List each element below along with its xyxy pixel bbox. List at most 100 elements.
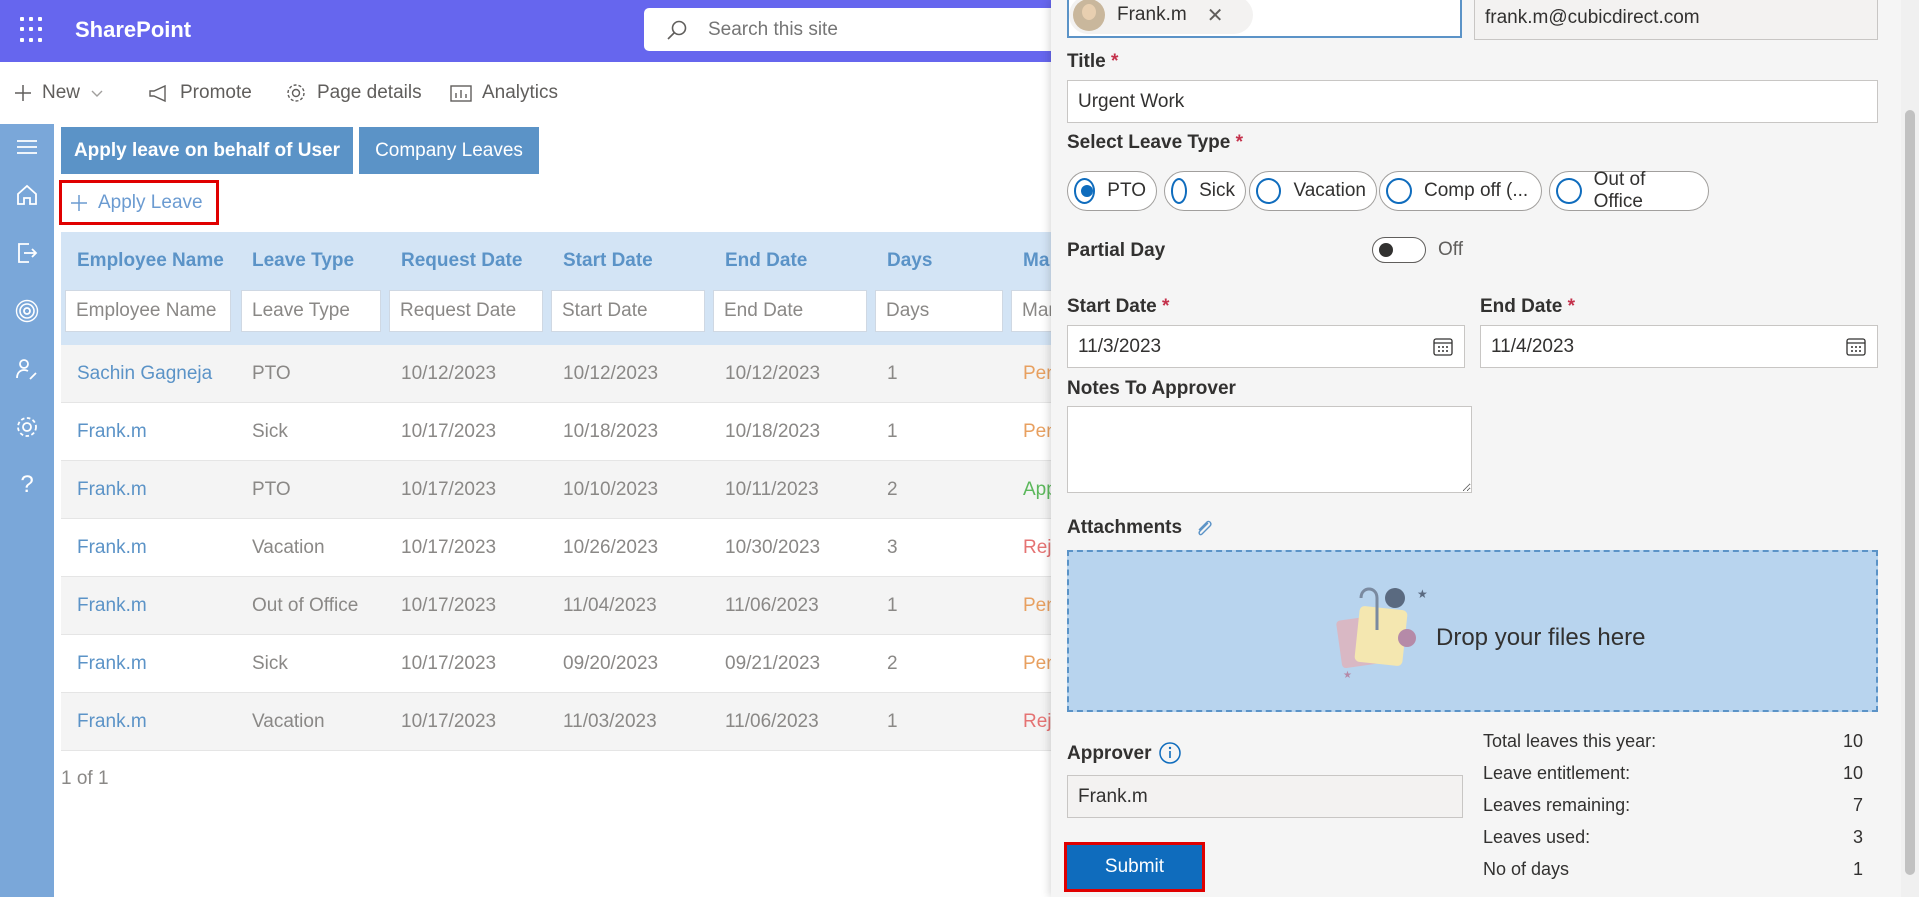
filter-request-date[interactable] — [389, 290, 543, 332]
gear-icon — [287, 84, 305, 102]
promote-label: Promote — [180, 82, 252, 103]
days-cell: 1 — [887, 711, 898, 732]
radio-circle — [1386, 178, 1412, 204]
files-illustration-icon: ★ ★ — [1336, 587, 1428, 681]
stat-label: No of days — [1483, 859, 1570, 879]
col-end-date[interactable]: End Date — [725, 250, 807, 272]
scrollbar-thumb[interactable] — [1905, 110, 1915, 875]
col-request-date[interactable]: Request Date — [401, 250, 522, 272]
leave-type-cell: PTO — [252, 479, 291, 500]
app-launcher-icon[interactable] — [20, 17, 46, 43]
end-date-cell: 10/30/2023 — [725, 537, 821, 558]
tab-apply-on-behalf[interactable]: Apply leave on behalf of User — [61, 127, 353, 174]
leave-type-option-sick[interactable]: Sick — [1164, 171, 1246, 211]
start-date-field[interactable] — [1067, 325, 1465, 368]
stat-used: Leaves used: 3 — [1483, 827, 1863, 859]
filter-leave-type[interactable] — [241, 290, 381, 332]
col-employee-name[interactable]: Employee Name — [77, 250, 224, 272]
employee-picker[interactable]: Frank.m ✕ — [1067, 0, 1462, 38]
radio-circle — [1171, 178, 1188, 204]
file-drop-zone[interactable]: ★ ★ Drop your files here — [1067, 550, 1878, 712]
analytics-icon — [450, 85, 472, 102]
stat-value: 7 — [1852, 795, 1863, 815]
sign-out-icon[interactable] — [14, 240, 40, 266]
employee-name-link[interactable]: Sachin Gagneja — [77, 363, 212, 385]
submit-button[interactable]: Submit — [1064, 842, 1205, 892]
approver-field — [1067, 775, 1463, 818]
user-key-icon[interactable] — [14, 356, 40, 382]
end-date-picker[interactable] — [1480, 325, 1878, 368]
approver-label: Approver — [1067, 743, 1152, 764]
leaves-grid: Employee Name Leave Type Request Date St… — [61, 232, 1071, 751]
info-icon[interactable] — [1158, 741, 1182, 765]
home-icon[interactable] — [14, 182, 40, 208]
leave-type-label-text: Select Leave Type — [1067, 132, 1231, 153]
stat-no-of-days: No of days 1 — [1483, 859, 1863, 891]
start-date-cell: 11/04/2023 — [563, 595, 657, 616]
table-row[interactable]: Frank.m PTO 10/17/2023 10/10/2023 10/11/… — [61, 461, 1061, 519]
promote-button[interactable]: Promote — [148, 82, 252, 104]
col-days[interactable]: Days — [887, 250, 932, 272]
menu-icon[interactable] — [14, 134, 40, 160]
new-button[interactable]: New — [14, 82, 104, 104]
radio-circle — [1556, 178, 1582, 204]
svg-text:★: ★ — [1343, 670, 1352, 681]
request-date-cell: 10/17/2023 — [401, 479, 497, 500]
table-row[interactable]: Frank.m Vacation 10/17/2023 11/03/2023 1… — [61, 693, 1062, 751]
apply-leave-button[interactable]: Apply Leave — [59, 180, 219, 225]
col-start-date[interactable]: Start Date — [563, 250, 653, 272]
tab-company-leaves[interactable]: Company Leaves — [359, 127, 539, 174]
table-row[interactable]: Frank.m Vacation 10/17/2023 10/26/2023 1… — [61, 519, 1062, 577]
paperclip-icon[interactable] — [1194, 517, 1214, 539]
site-search[interactable] — [644, 8, 1064, 51]
employee-name-link[interactable]: Frank.m — [77, 653, 147, 675]
end-date-field[interactable] — [1480, 325, 1878, 368]
page-details-button[interactable]: Page details — [285, 82, 422, 104]
request-date-cell: 10/17/2023 — [401, 421, 497, 442]
broadcast-icon[interactable] — [14, 298, 40, 324]
table-row[interactable]: Frank.m Out of Office 10/17/2023 11/04/2… — [61, 577, 1061, 635]
stat-value: 10 — [1842, 763, 1863, 783]
filter-end-date[interactable] — [713, 290, 867, 332]
leave-type-option-comp-off[interactable]: Comp off (... — [1379, 171, 1542, 211]
panel-scrollbar[interactable] — [1901, 0, 1919, 897]
employee-name-link[interactable]: Frank.m — [77, 479, 147, 501]
leave-type-option-vacation[interactable]: Vacation — [1249, 171, 1377, 211]
settings-icon[interactable] — [14, 414, 40, 440]
end-date-label-text: End Date — [1480, 296, 1563, 317]
employee-name-link[interactable]: Frank.m — [77, 595, 147, 617]
title-field[interactable] — [1067, 80, 1878, 123]
stat-value: 3 — [1852, 827, 1863, 847]
close-icon[interactable]: ✕ — [1207, 3, 1224, 28]
filter-start-date[interactable] — [551, 290, 705, 332]
end-date-cell: 11/06/2023 — [725, 595, 819, 616]
search-icon — [667, 20, 687, 40]
employee-name-link[interactable]: Frank.m — [77, 711, 147, 733]
brand-title[interactable]: SharePoint — [75, 17, 191, 43]
employee-name-link[interactable]: Frank.m — [77, 421, 147, 443]
table-row[interactable]: Sachin Gagneja PTO 10/12/2023 10/12/2023… — [61, 345, 1061, 403]
table-row[interactable]: Frank.m Sick 10/17/2023 10/18/2023 10/18… — [61, 403, 1061, 461]
leave-type-option-out-of-office[interactable]: Out of Office — [1549, 169, 1709, 212]
start-date-picker[interactable] — [1067, 325, 1465, 368]
filter-days[interactable] — [875, 290, 1003, 332]
calendar-icon[interactable] — [1846, 337, 1866, 357]
end-date-label: End Date * — [1480, 296, 1575, 318]
partial-day-state: Off — [1438, 239, 1463, 260]
leave-type-option-pto[interactable]: PTO — [1067, 171, 1157, 211]
help-icon[interactable]: ? — [14, 471, 40, 498]
command-bar: New Promote Page details Analytics — [0, 62, 1060, 124]
request-date-cell: 10/17/2023 — [401, 595, 497, 616]
employee-name-link[interactable]: Frank.m — [77, 537, 147, 559]
calendar-icon[interactable] — [1433, 337, 1453, 357]
notes-field[interactable] — [1067, 406, 1472, 493]
search-input[interactable] — [708, 8, 1048, 51]
col-manager-status[interactable]: Ma — [1023, 250, 1049, 272]
days-cell: 2 — [887, 653, 898, 674]
partial-day-toggle[interactable] — [1372, 237, 1426, 263]
col-leave-type[interactable]: Leave Type — [252, 250, 354, 272]
megaphone-icon — [149, 84, 166, 103]
analytics-button[interactable]: Analytics — [450, 82, 558, 104]
filter-employee-name[interactable] — [65, 290, 231, 332]
table-row[interactable]: Frank.m Sick 10/17/2023 09/20/2023 09/21… — [61, 635, 1061, 693]
